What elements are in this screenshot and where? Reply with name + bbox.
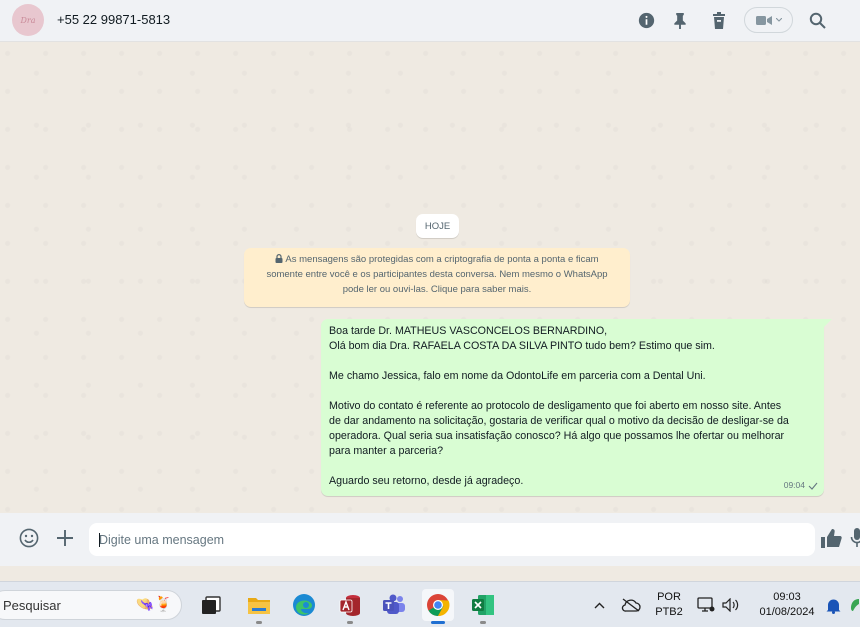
emoji-icon[interactable] xyxy=(18,527,40,549)
language-indicator[interactable]: POR PTB2 xyxy=(652,590,686,620)
clock-date: 01/08/2024 xyxy=(759,606,815,618)
message-paragraph: Aguardo seu retorno, desde já agradeço. xyxy=(329,475,524,487)
taskbar-search-label: Pesquisar xyxy=(3,597,61,613)
app-active-indicator xyxy=(431,621,445,624)
chevron-down-icon xyxy=(775,18,782,22)
video-camera-icon xyxy=(755,15,772,25)
message-meta: 09:04 xyxy=(784,478,818,493)
clock-time: 09:03 xyxy=(773,591,801,603)
attach-plus-icon[interactable] xyxy=(54,527,76,549)
notification-bell-icon[interactable] xyxy=(823,595,843,615)
message-input[interactable] xyxy=(89,523,815,556)
date-chip: HOJE xyxy=(416,214,459,238)
taskbar-search[interactable]: Pesquisar 👒🍹 xyxy=(0,590,182,620)
access-app-icon[interactable] xyxy=(334,589,366,624)
edge-browser-icon[interactable] xyxy=(288,589,320,621)
search-highlight-image: 👒🍹 xyxy=(135,596,173,613)
teams-app-icon[interactable] xyxy=(378,589,410,621)
excel-app-icon[interactable] xyxy=(467,589,499,624)
info-icon[interactable] xyxy=(636,10,656,30)
app-running-indicator xyxy=(480,621,486,624)
message-time: 09:04 xyxy=(783,480,805,490)
pin-icon[interactable] xyxy=(670,10,690,30)
file-explorer-icon[interactable] xyxy=(243,589,275,624)
encryption-notice[interactable]: As mensagens são protegidas com a cripto… xyxy=(244,248,630,307)
chrome-browser-icon[interactable] xyxy=(422,589,454,624)
taskbar-clock[interactable]: 09:03 01/08/2024 xyxy=(752,590,822,620)
message-paragraph: Boa tarde Dr. MATHEUS VASCONCELOS BERNAR… xyxy=(329,325,715,352)
outgoing-message-bubble[interactable]: Boa tarde Dr. MATHEUS VASCONCELOS BERNAR… xyxy=(321,319,832,496)
single-check-icon xyxy=(808,482,818,490)
text-caret xyxy=(99,533,100,547)
widget-icon[interactable] xyxy=(850,596,860,614)
search-icon[interactable] xyxy=(807,10,827,30)
app-running-indicator xyxy=(256,621,262,624)
message-composer xyxy=(0,513,860,566)
network-display-icon[interactable] xyxy=(696,595,716,615)
app-running-indicator xyxy=(347,621,353,624)
avatar-logo-text: Dra xyxy=(20,15,36,25)
notice-line-3: pode ler ou ouvi-las. Clique para saber … xyxy=(342,284,532,295)
task-view-icon[interactable] xyxy=(195,589,227,621)
cloud-offline-icon[interactable] xyxy=(620,595,642,615)
chevron-up-icon[interactable] xyxy=(590,596,608,614)
volume-icon[interactable] xyxy=(720,595,742,615)
contact-avatar[interactable]: Dra xyxy=(12,4,44,36)
contact-name[interactable]: +55 22 99871-5813 xyxy=(57,12,170,27)
message-paragraph: Motivo do contato é referente ao protoco… xyxy=(329,400,789,457)
message-paragraph: Me chamo Jessica, falo em nome da Odonto… xyxy=(329,370,706,382)
notice-line-2: somente entre você e os participantes de… xyxy=(266,269,608,280)
windows-taskbar: Pesquisar 👒🍹 POR PTB2 09:03 01/08/2024 xyxy=(0,581,860,627)
language-bottom: PTB2 xyxy=(655,606,683,618)
thumbs-up-icon[interactable] xyxy=(820,527,842,549)
notice-line-1: As mensagens são protegidas com a cripto… xyxy=(285,254,599,265)
chat-header: Dra +55 22 99871-5813 xyxy=(0,0,860,42)
video-call-button[interactable] xyxy=(744,7,793,33)
microphone-icon[interactable] xyxy=(846,527,860,549)
chat-area[interactable]: HOJE As mensagens são protegidas com a c… xyxy=(0,42,860,513)
lock-icon xyxy=(275,254,283,263)
delete-icon[interactable] xyxy=(709,10,729,30)
language-top: POR xyxy=(657,591,681,603)
